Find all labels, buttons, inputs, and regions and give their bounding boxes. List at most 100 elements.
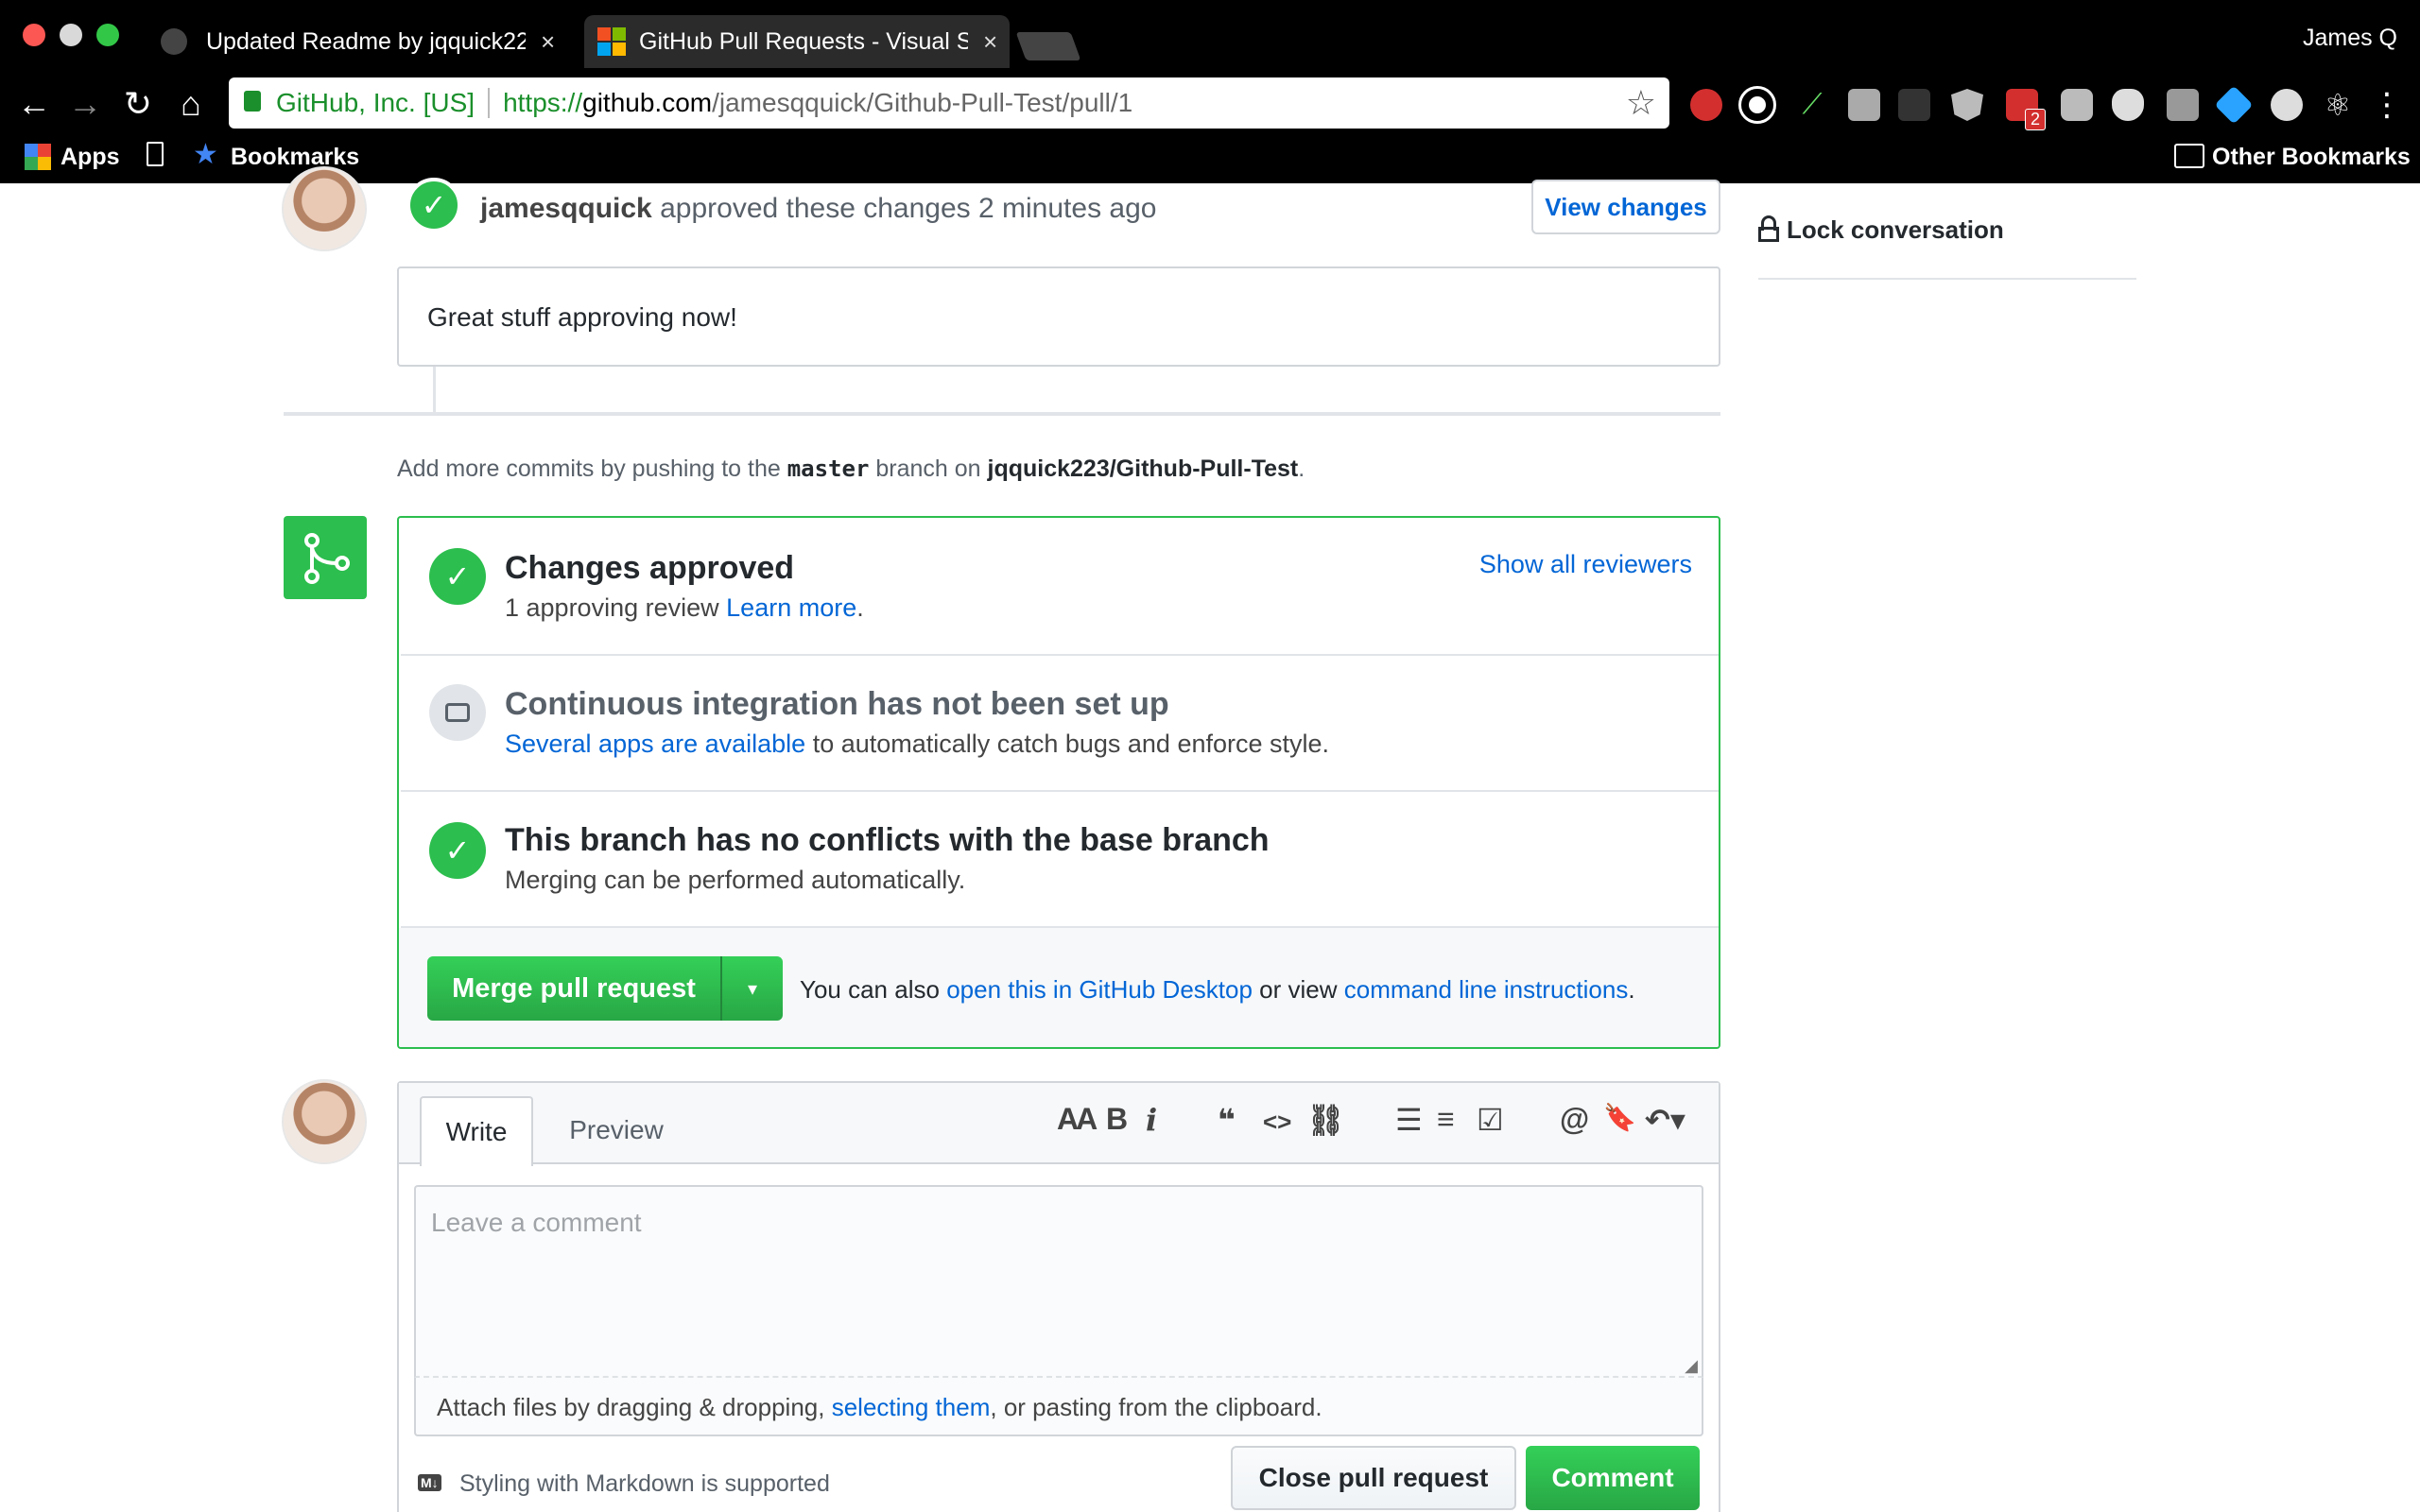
tab-github-pull-requests[interactable]: GitHub Pull Requests - Visual S × (584, 15, 1010, 68)
or-view-text: or view (1259, 975, 1338, 1004)
browser-chrome: Updated Readme by jqquick22 × GitHub Pul… (0, 0, 2420, 183)
markdown-icon: M↓ (418, 1474, 441, 1491)
header-text-icon[interactable]: AA (1057, 1102, 1098, 1137)
home-icon[interactable]: ⌂ (170, 83, 212, 125)
code-icon[interactable]: <> (1263, 1108, 1291, 1137)
es-extension-icon[interactable] (2167, 89, 2199, 121)
repo-link[interactable]: jqquick223/Github-Pull-Test (988, 455, 1299, 482)
review-header: jamesqquick approved these changes 2 min… (480, 193, 1156, 225)
sidebar-divider (1758, 278, 2136, 280)
github-desktop-link[interactable]: open this in GitHub Desktop (946, 975, 1253, 1004)
merge-also-text: You can also open this in GitHub Desktop… (800, 975, 1635, 1005)
react-extension-icon[interactable]: ⚛ (2322, 89, 2354, 121)
graduation-cap-extension-icon[interactable] (1898, 89, 1930, 121)
task-list-icon[interactable]: ☑ (1477, 1102, 1504, 1138)
learn-more-suffix: . (856, 593, 864, 622)
apps-grid-icon[interactable] (25, 144, 51, 170)
reviewer-avatar[interactable] (282, 166, 367, 251)
comment-placeholder: Leave a comment (431, 1208, 642, 1237)
attach-suffix: , or pasting from the clipboard. (990, 1393, 1322, 1421)
attach-files-bar[interactable]: Attach files by dragging & dropping, sel… (414, 1378, 1703, 1436)
tab-preview[interactable]: Preview (550, 1096, 683, 1164)
zoom-window-button[interactable] (96, 24, 119, 46)
angular-extension-icon[interactable] (1951, 89, 1983, 121)
chevron-down-icon: ▾ (747, 978, 758, 1000)
minimize-window-button[interactable] (60, 24, 82, 46)
current-user-avatar[interactable] (282, 1079, 367, 1164)
unordered-list-icon[interactable]: ☰ (1395, 1102, 1423, 1138)
link-icon[interactable]: ⛓ (1306, 1102, 1345, 1138)
back-arrow-icon[interactable]: ← (13, 83, 55, 125)
dark-reader-extension-icon[interactable] (1738, 86, 1776, 124)
tab-updated-readme[interactable]: Updated Readme by jqquick22 × (161, 15, 577, 68)
tab-write[interactable]: Write (420, 1096, 533, 1166)
ci-status-row: Continuous integration has not been set … (401, 656, 1719, 792)
circle-extension-icon[interactable] (2271, 89, 2303, 121)
attach-prefix: Attach files by dragging & dropping, (437, 1393, 825, 1421)
show-all-reviewers-link[interactable]: Show all reviewers (1479, 550, 1692, 579)
view-changes-label: View changes (1545, 192, 1707, 221)
close-tab-icon[interactable]: × (983, 27, 997, 57)
ci-icon (429, 684, 486, 741)
apps-link[interactable]: Apps (60, 144, 120, 171)
select-files-link[interactable]: selecting them (832, 1393, 991, 1421)
profile-name[interactable]: James Q (2303, 25, 2397, 52)
menu-kebab-icon[interactable]: ⋮ (2371, 89, 2403, 121)
new-tab-button[interactable] (1015, 32, 1081, 60)
tab-preview-label: Preview (569, 1115, 664, 1144)
gmail-extension-icon[interactable]: 2 (2006, 89, 2046, 130)
comment-textarea[interactable]: Leave a comment ◢ (414, 1185, 1703, 1378)
reviewer-username[interactable]: jamesqquick (480, 193, 652, 224)
mention-icon[interactable]: @ (1560, 1102, 1589, 1137)
markdown-supported-text[interactable]: Styling with Markdown is supported (459, 1470, 830, 1498)
ordered-list-icon[interactable]: ≡ (1437, 1102, 1455, 1137)
no-conflicts-title: This branch has no conflicts with the ba… (505, 822, 1270, 858)
apps-available-link[interactable]: Several apps are available (505, 730, 805, 758)
tab-write-label: Write (445, 1117, 508, 1146)
page-icon[interactable] (147, 142, 164, 166)
comment-button-label: Comment (1551, 1463, 1674, 1492)
resize-handle-icon[interactable]: ◢ (1685, 1356, 1698, 1376)
tab-title: GitHub Pull Requests - Visual S (639, 27, 968, 55)
ci-subtext: Several apps are available to automatica… (505, 730, 1329, 759)
reference-icon[interactable]: 🔖 (1603, 1102, 1636, 1133)
pen-extension-icon[interactable]: ⟋ (1796, 89, 1828, 121)
approving-review-text: 1 approving review Learn more. (505, 593, 864, 623)
camera-extension-icon[interactable] (2061, 89, 2093, 121)
bookmarks-bar: Apps ★ Bookmarks Other Bookmarks (0, 138, 2420, 176)
also-prefix: You can also (800, 975, 940, 1004)
github-favicon-icon (161, 28, 187, 55)
reload-icon[interactable]: ↻ (117, 83, 159, 125)
close-pr-label: Close pull request (1258, 1463, 1489, 1492)
learn-more-link[interactable]: Learn more (726, 593, 856, 622)
merge-box: ✓ Changes approved 1 approving review Le… (397, 516, 1720, 1049)
view-changes-button[interactable]: View changes (1531, 180, 1720, 234)
address-bar[interactable]: GitHub, Inc. [US] https://github.com/jam… (229, 77, 1669, 129)
merge-options-dropdown[interactable]: ▾ (720, 956, 783, 1021)
comment-submit-button[interactable]: Comment (1526, 1446, 1700, 1510)
branch-name: master (786, 455, 870, 482)
ci-title: Continuous integration has not been set … (505, 686, 1169, 722)
close-tab-icon[interactable]: × (541, 27, 555, 57)
bold-icon[interactable]: B (1106, 1102, 1128, 1137)
command-line-link[interactable]: command line instructions (1344, 975, 1629, 1004)
shield-extension-icon[interactable] (2112, 89, 2144, 121)
other-bookmarks-link[interactable]: Other Bookmarks (2212, 144, 2411, 171)
merge-action-row: Merge pull request ▾ You can also open t… (399, 928, 1719, 1047)
saved-replies-icon[interactable]: ↶▾ (1645, 1102, 1685, 1138)
push-hint: Add more commits by pushing to the maste… (397, 455, 1305, 483)
bookmark-star-icon[interactable]: ☆ (1626, 83, 1656, 123)
folder-icon (2174, 144, 2204, 168)
close-pull-request-button[interactable]: Close pull request (1231, 1446, 1516, 1510)
gmail-badge: 2 (2024, 109, 2046, 130)
quote-icon[interactable]: ❝ (1218, 1102, 1236, 1138)
merge-pull-request-button[interactable]: Merge pull request (427, 956, 720, 1021)
close-window-button[interactable] (23, 24, 45, 46)
italic-icon[interactable]: i (1146, 1102, 1157, 1138)
lock-conversation-link[interactable]: Lock conversation (1787, 215, 2004, 245)
hub-extension-icon[interactable] (1848, 89, 1880, 121)
ublock-extension-icon[interactable] (1690, 89, 1722, 121)
forward-arrow-icon[interactable]: → (64, 83, 106, 125)
bookmarks-link[interactable]: Bookmarks (231, 144, 359, 171)
tag-extension-icon[interactable] (2214, 85, 2254, 125)
